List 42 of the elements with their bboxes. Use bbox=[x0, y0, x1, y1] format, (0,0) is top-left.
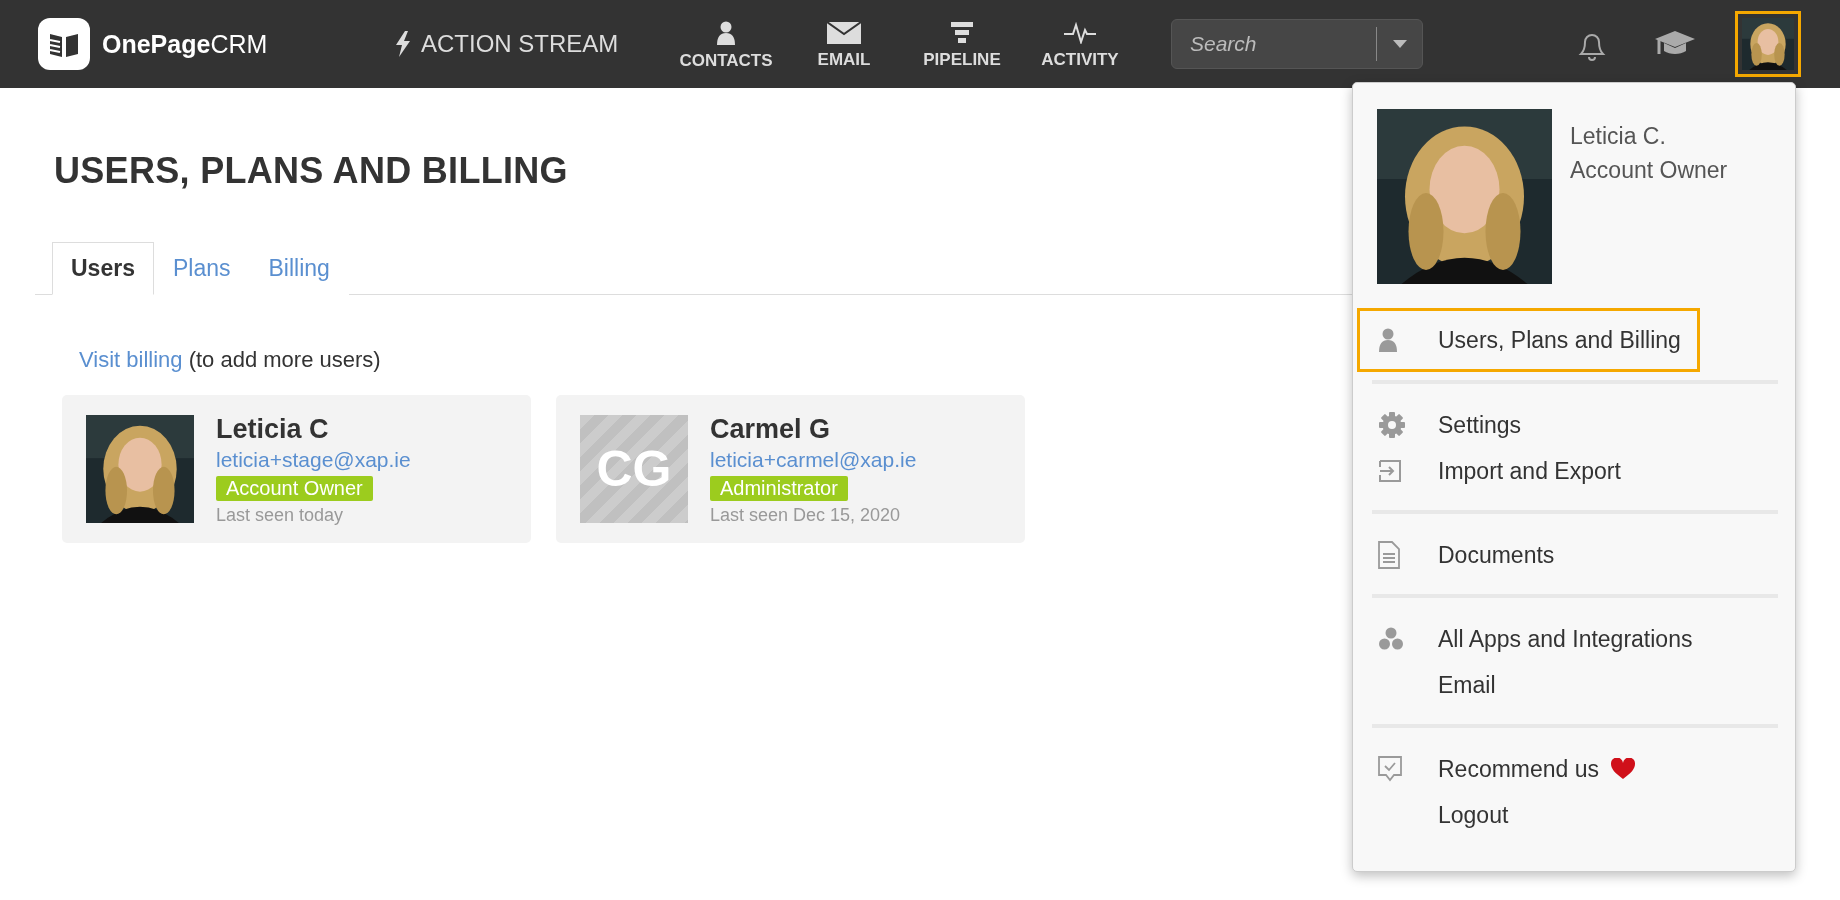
account-role: Account Owner bbox=[1570, 156, 1728, 185]
user-name: Carmel G bbox=[710, 415, 831, 445]
menu-item[interactable]: Users, Plans and Billing bbox=[1357, 308, 1700, 372]
user-name: Leticia C bbox=[216, 415, 329, 445]
menu-item[interactable]: Email bbox=[1372, 662, 1778, 708]
account-button[interactable] bbox=[1735, 11, 1801, 77]
person-icon bbox=[1378, 328, 1398, 352]
nav-item[interactable]: CONTACTS bbox=[667, 17, 785, 71]
action-stream-link[interactable]: ACTION STREAM bbox=[395, 30, 667, 58]
person-icon bbox=[716, 21, 736, 45]
envelope-icon bbox=[827, 22, 861, 44]
last-seen: Last seen Dec 15, 2020 bbox=[710, 504, 901, 526]
tab[interactable]: Users bbox=[52, 242, 154, 295]
logo-suffix: CRM bbox=[210, 29, 268, 59]
last-seen: Last seen today bbox=[216, 504, 344, 526]
menu-item[interactable]: Documents bbox=[1372, 532, 1778, 578]
menu-item[interactable]: Logout bbox=[1372, 792, 1778, 838]
document-icon bbox=[1378, 541, 1400, 569]
apps-icon bbox=[1378, 627, 1404, 651]
billing-notice: Visit billing (to add more users) bbox=[79, 347, 381, 373]
page-title: USERS, PLANS AND BILLING bbox=[54, 150, 568, 192]
nav-item[interactable]: EMAIL bbox=[785, 18, 903, 70]
logo-text: OnePage bbox=[102, 29, 211, 59]
menu-item[interactable]: Settings bbox=[1372, 402, 1778, 448]
account-name: Leticia C. bbox=[1570, 122, 1667, 151]
initials-avatar: CG bbox=[580, 415, 688, 523]
search-field[interactable]: Search bbox=[1172, 32, 1376, 56]
role-badge: Administrator bbox=[710, 475, 848, 501]
logo-icon bbox=[38, 18, 90, 70]
menu-item[interactable]: Recommend us bbox=[1372, 746, 1778, 792]
nav-item[interactable]: ACTIVITY bbox=[1021, 18, 1139, 70]
recommend-icon bbox=[1378, 756, 1402, 782]
lightning-icon bbox=[395, 31, 411, 57]
role-badge: Account Owner bbox=[216, 475, 373, 501]
nav-item[interactable]: PIPELINE bbox=[903, 18, 1021, 70]
menu-item[interactable]: All Apps and Integrations bbox=[1372, 616, 1778, 662]
funnel-icon bbox=[951, 22, 973, 44]
import-icon bbox=[1378, 459, 1402, 483]
caret-icon bbox=[1392, 40, 1407, 48]
menu-item[interactable]: Import and Export bbox=[1372, 448, 1778, 494]
pulse-icon bbox=[1064, 22, 1096, 44]
search-bar[interactable]: Search bbox=[1171, 19, 1423, 69]
